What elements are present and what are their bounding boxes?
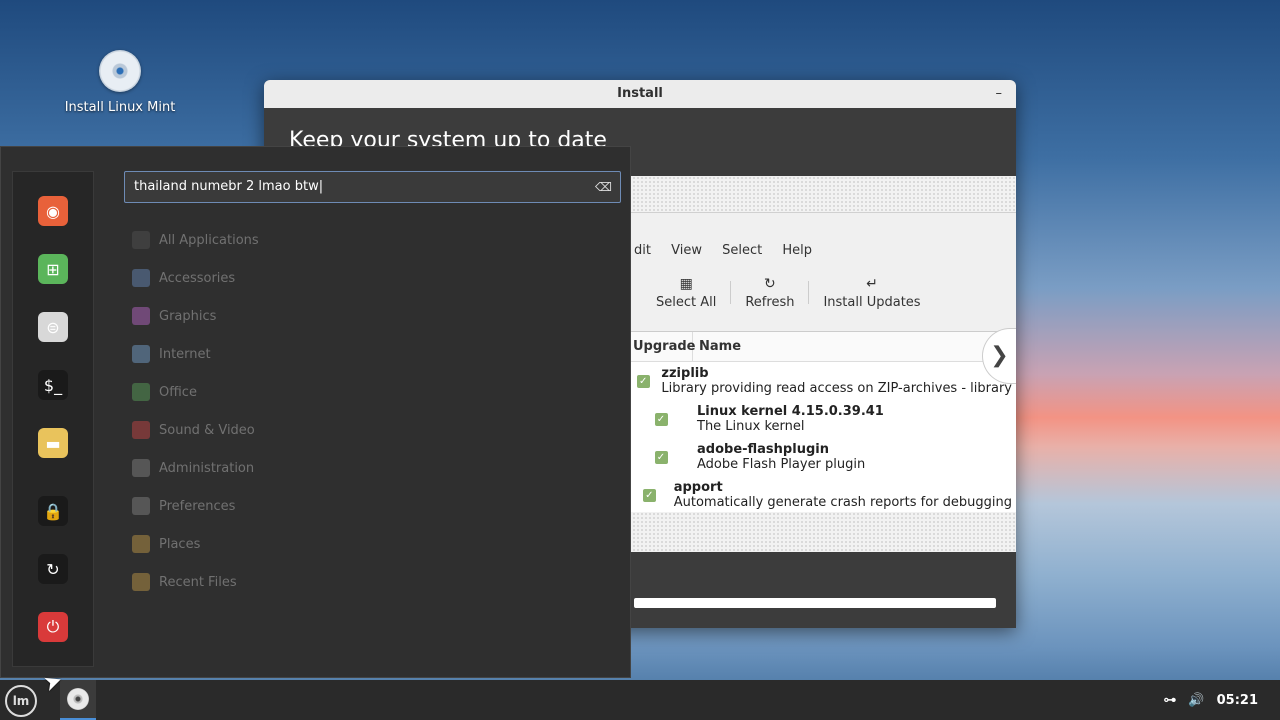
favorites-column	[12, 171, 94, 667]
category-sound-video[interactable]: Sound & Video	[132, 411, 259, 449]
category-icon	[132, 345, 150, 363]
list-header: Upgrade Name	[629, 332, 1016, 362]
install-updates-button[interactable]: ↵ Install Updates	[811, 275, 932, 310]
column-upgrade[interactable]: Upgrade	[629, 332, 695, 361]
category-label: Preferences	[159, 498, 236, 514]
package-desc: Automatically generate crash reports for…	[673, 495, 1012, 510]
package-name: adobe-flashplugin	[697, 442, 829, 457]
category-icon	[132, 421, 150, 439]
category-list: All Applications Accessories Graphics Inter…	[132, 221, 259, 601]
category-label: Internet	[159, 346, 211, 362]
menu-edit[interactable]: dit	[634, 243, 651, 258]
power-icon[interactable]: ⏻	[38, 612, 68, 642]
desktop-icon-install[interactable]: Install Linux Mint	[62, 50, 178, 115]
category-places[interactable]: Places	[132, 525, 259, 563]
category-recent-files[interactable]: Recent Files	[132, 563, 259, 601]
table-row[interactable]: ✓ apport Automatically generate crash rep…	[629, 476, 1016, 514]
mint-menu-button[interactable]: lm	[5, 685, 37, 717]
system-tray: ⊶ 🔊 05:21	[1151, 680, 1258, 720]
settings-icon[interactable]: ⊜	[38, 312, 68, 342]
install-updates-label: Install Updates	[823, 295, 921, 310]
package-desc: Adobe Flash Player plugin	[697, 457, 866, 472]
select-all-label: Select All	[656, 295, 717, 310]
taskbar-install-window[interactable]	[60, 680, 96, 720]
checkbox[interactable]: ✓	[654, 412, 668, 426]
desktop-icon-label: Install Linux Mint	[64, 100, 176, 115]
category-icon	[132, 535, 150, 553]
category-label: Graphics	[159, 308, 217, 324]
toolbar-separator	[808, 281, 810, 304]
checkbox[interactable]: ✓	[654, 450, 668, 464]
minimize-button[interactable]: –	[996, 80, 1003, 108]
logout-icon[interactable]: ↻	[38, 554, 68, 584]
category-icon	[132, 269, 150, 287]
category-preferences[interactable]: Preferences	[132, 487, 259, 525]
progress-bar	[634, 598, 996, 608]
package-name: zziplib	[661, 366, 709, 381]
table-row[interactable]: ✓ adobe-flashplugin Adobe Flash Player pl…	[629, 438, 1016, 476]
network-icon[interactable]: ⊶	[1163, 693, 1176, 708]
column-name[interactable]: Name	[693, 332, 747, 361]
checkbox[interactable]: ✓	[642, 488, 656, 502]
checkbox[interactable]: ✓	[636, 374, 650, 388]
category-icon	[132, 383, 150, 401]
toolbar: ▦ Select All ↻ Refresh ↵ Install Updates	[644, 275, 933, 310]
software-manager-icon[interactable]: ⊞	[38, 254, 68, 284]
folder-icon[interactable]: ▬	[38, 428, 68, 458]
package-desc: Library providing read access on ZIP-arc…	[661, 381, 1012, 396]
disc-icon	[99, 50, 141, 92]
menubar: dit View Select Help	[634, 243, 828, 258]
start-menu: thailand numebr 2 lmao btw| ⌫ All Applic…	[0, 146, 631, 678]
menu-view[interactable]: View	[671, 243, 702, 258]
update-list: Upgrade Name ✓ zziplib Library providing …	[629, 331, 1016, 512]
terminal-icon[interactable]: $_	[38, 370, 68, 400]
select-all-button[interactable]: ▦ Select All	[644, 275, 728, 310]
category-icon	[132, 231, 150, 249]
category-label: Places	[159, 536, 201, 552]
category-label: Sound & Video	[159, 422, 255, 438]
table-row[interactable]: ✓ Linux kernel 4.15.0.39.41 The Linux ker…	[629, 400, 1016, 438]
lock-icon[interactable]: 🔒	[38, 496, 68, 526]
category-accessories[interactable]: Accessories	[132, 259, 259, 297]
clear-search-icon[interactable]: ⌫	[595, 172, 612, 202]
category-internet[interactable]: Internet	[132, 335, 259, 373]
category-icon	[132, 573, 150, 591]
table-row[interactable]: ✓ zziplib Library providing read access o…	[629, 362, 1016, 400]
menu-help[interactable]: Help	[782, 243, 812, 258]
search-value: thailand numebr 2 lmao btw|	[134, 179, 324, 194]
category-icon	[132, 459, 150, 477]
category-label: Administration	[159, 460, 255, 476]
category-icon	[132, 497, 150, 515]
search-input[interactable]: thailand numebr 2 lmao btw| ⌫	[124, 171, 621, 203]
category-administration[interactable]: Administration	[132, 449, 259, 487]
category-label: Recent Files	[159, 574, 237, 590]
menu-select[interactable]: Select	[722, 243, 762, 258]
toolbar-separator	[730, 281, 732, 304]
category-icon	[132, 307, 150, 325]
disc-icon	[67, 688, 89, 710]
category-all-applications[interactable]: All Applications	[132, 221, 259, 259]
firefox-icon[interactable]: ◉	[38, 196, 68, 226]
package-desc: The Linux kernel	[697, 419, 805, 434]
package-name: apport	[673, 480, 723, 495]
category-graphics[interactable]: Graphics	[132, 297, 259, 335]
category-label: All Applications	[159, 232, 259, 248]
refresh-button[interactable]: ↻ Refresh	[733, 275, 806, 310]
refresh-label: Refresh	[745, 295, 795, 310]
volume-icon[interactable]: 🔊	[1188, 693, 1204, 708]
category-office[interactable]: Office	[132, 373, 259, 411]
install-icon: ↵	[866, 276, 878, 292]
refresh-icon: ↻	[764, 276, 776, 292]
select-all-icon: ▦	[679, 276, 693, 292]
category-label: Office	[159, 384, 197, 400]
package-name: Linux kernel 4.15.0.39.41	[697, 404, 884, 419]
taskbar: lm ⊶ 🔊 05:21	[0, 680, 1280, 720]
window-titlebar[interactable]: Install –	[264, 80, 1016, 108]
window-title: Install	[617, 86, 663, 101]
clock[interactable]: 05:21	[1217, 693, 1258, 708]
category-label: Accessories	[159, 270, 236, 286]
